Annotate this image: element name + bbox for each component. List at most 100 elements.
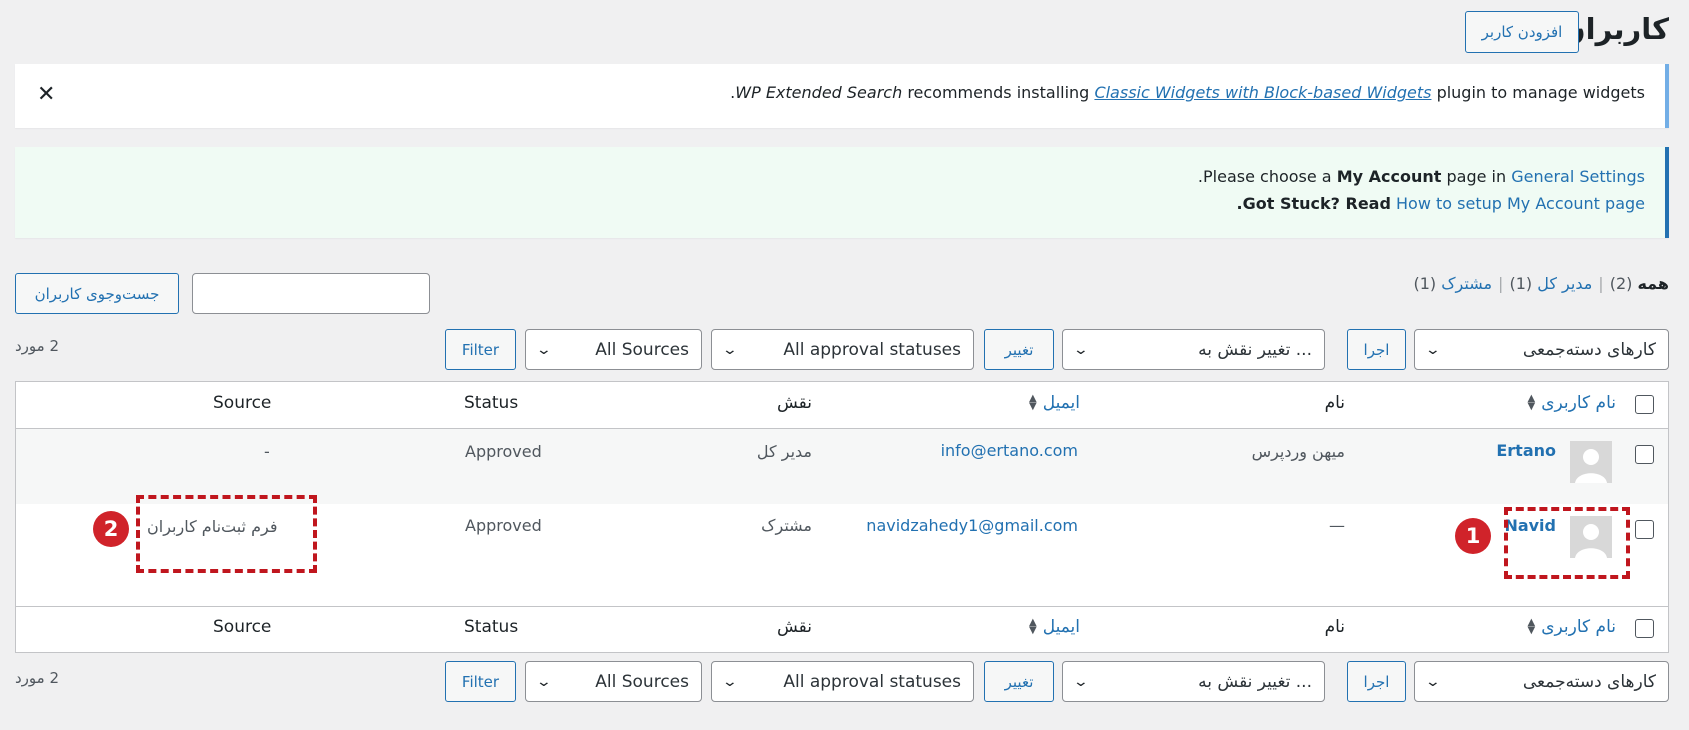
row-name: — — [1329, 516, 1345, 535]
row-checkbox[interactable] — [1635, 520, 1654, 539]
view-admin[interactable]: مدیر کل — [1537, 274, 1592, 293]
search-input[interactable] — [192, 273, 430, 314]
row-source: - — [264, 442, 270, 461]
apply-button-bottom[interactable]: اجرا — [1347, 661, 1406, 702]
sort-icon: ▲ ▼ — [1029, 617, 1037, 636]
bulk-actions-value: کارهای دسته‌جمعی — [1522, 339, 1656, 360]
row-status: Approved — [465, 442, 542, 461]
filter-button-bottom[interactable]: Filter — [445, 661, 516, 702]
column-username-footer[interactable]: نام کاربری ▲ ▼ — [1528, 617, 1616, 637]
view-all-count: (2) — [1609, 274, 1633, 293]
column-email-footer-label: ایمیل — [1042, 617, 1080, 637]
general-settings-link[interactable]: General Settings — [1511, 167, 1645, 186]
column-email-label: ایمیل — [1042, 393, 1080, 413]
select-all-checkbox[interactable] — [1635, 395, 1654, 414]
view-subscriber-count: (1) — [1413, 274, 1437, 293]
view-subscriber[interactable]: مشترک — [1441, 274, 1492, 293]
column-source: Source — [213, 393, 272, 413]
select-all-checkbox-footer[interactable] — [1635, 619, 1654, 638]
column-username[interactable]: نام کاربری ▲ ▼ — [1528, 393, 1616, 413]
sort-icon: ▲ ▼ — [1029, 393, 1037, 412]
sources-value: All Sources — [595, 671, 689, 692]
change-role-select[interactable]: ⌄ تغییر نقش به ... — [1062, 329, 1325, 370]
row-role: مدیر کل — [756, 442, 812, 461]
line1-pre: Please choose a — [1203, 167, 1332, 186]
chevron-down-icon: ⌄ — [721, 341, 739, 358]
view-separator: | — [1598, 274, 1604, 293]
sources-select-bottom[interactable]: ⌄ All Sources — [525, 661, 702, 702]
column-status: Status — [464, 393, 519, 413]
chevron-down-icon: ⌄ — [1424, 673, 1442, 690]
add-user-button[interactable]: افزودن کاربر — [1465, 11, 1579, 53]
change-role-value: تغییر نقش به ... — [1198, 671, 1312, 692]
annotation-badge-one: 1 — [1455, 518, 1491, 554]
change-role-value: تغییر نقش به ... — [1198, 339, 1312, 360]
bulk-actions-value: کارهای دسته‌جمعی — [1522, 671, 1656, 692]
approval-status-select-bottom[interactable]: ⌄ All approval statuses — [711, 661, 974, 702]
column-status-footer: Status — [464, 617, 519, 637]
row-role: مشترک — [761, 516, 812, 535]
chevron-down-icon: ⌄ — [535, 673, 553, 690]
annotation-box-source — [136, 495, 317, 573]
items-count: 2 مورد — [15, 337, 60, 355]
notice-middle: recommends installing — [907, 83, 1090, 102]
column-name: نام — [1324, 393, 1345, 413]
chevron-down-icon: ⌄ — [535, 341, 553, 358]
column-role-footer: نقش — [776, 617, 812, 637]
approval-status-value: All approval statuses — [783, 671, 961, 692]
sources-value: All Sources — [595, 339, 689, 360]
apply-button[interactable]: اجرا — [1347, 329, 1406, 370]
line1-mid: page in — [1446, 167, 1507, 186]
chevron-down-icon: ⌄ — [721, 673, 739, 690]
sort-icon: ▲ ▼ — [1527, 617, 1536, 636]
close-icon[interactable]: ✕ — [37, 82, 55, 107]
notice-account: .Please choose a My Account page in Gene… — [15, 147, 1669, 238]
change-button-bottom[interactable]: تغییر — [984, 661, 1054, 702]
column-username-footer-label: نام کاربری — [1541, 617, 1616, 637]
view-separator: | — [1498, 274, 1504, 293]
classic-widgets-link[interactable]: Classic Widgets with Block-based Widgets — [1094, 83, 1431, 102]
username-link[interactable]: Ertano — [1496, 441, 1556, 460]
notice-widgets: .WP Extended Search recommends installin… — [15, 64, 1669, 128]
change-role-select-bottom[interactable]: ⌄ تغییر نقش به ... — [1062, 661, 1325, 702]
column-name-footer: نام — [1324, 617, 1345, 637]
chevron-down-icon: ⌄ — [1072, 673, 1090, 690]
bulk-actions-select[interactable]: ⌄ کارهای دسته‌جمعی — [1414, 329, 1669, 370]
column-username-label: نام کاربری — [1541, 393, 1616, 413]
line1-bold: My Account — [1336, 167, 1442, 186]
row-email[interactable]: info@ertano.com — [941, 441, 1078, 460]
notice-account-line2: .Got Stuck? Read How to setup My Account… — [1237, 194, 1645, 213]
avatar — [1570, 441, 1612, 483]
row-checkbox[interactable] — [1635, 445, 1654, 464]
chevron-down-icon: ⌄ — [1072, 341, 1090, 358]
notice-suffix: plugin to manage widgets — [1436, 83, 1645, 102]
column-role: نقش — [776, 393, 812, 413]
row-status: Approved — [465, 516, 542, 535]
view-all[interactable]: همه — [1637, 274, 1669, 293]
row-name: میهن وردپرس — [1251, 442, 1345, 461]
annotation-box-username — [1504, 507, 1630, 579]
items-count-bottom: 2 مورد — [15, 669, 60, 687]
notice-widgets-text: .WP Extended Search recommends installin… — [730, 83, 1645, 102]
approval-status-select[interactable]: ⌄ All approval statuses — [711, 329, 974, 370]
sources-select[interactable]: ⌄ All Sources — [525, 329, 702, 370]
view-admin-count: (1) — [1509, 274, 1533, 293]
notice-account-line1: .Please choose a My Account page in Gene… — [1198, 167, 1645, 186]
filter-button[interactable]: Filter — [445, 329, 516, 370]
column-email[interactable]: ایمیل ▲ ▼ — [1029, 393, 1080, 413]
chevron-down-icon: ⌄ — [1424, 341, 1442, 358]
row-email[interactable]: navidzahedy1@gmail.com — [866, 516, 1078, 535]
footer-divider — [16, 606, 1668, 607]
search-users-button[interactable]: جست‌وجوی کاربران — [15, 273, 179, 314]
sort-icon: ▲ ▼ — [1527, 393, 1536, 412]
line2-bold: Got Stuck? Read — [1242, 194, 1391, 213]
table-row — [16, 429, 1668, 504]
column-source-footer: Source — [213, 617, 272, 637]
setup-account-link[interactable]: How to setup My Account page — [1396, 194, 1645, 213]
bulk-actions-select-bottom[interactable]: ⌄ کارهای دسته‌جمعی — [1414, 661, 1669, 702]
column-email-footer[interactable]: ایمیل ▲ ▼ — [1029, 617, 1080, 637]
annotation-badge-two: 2 — [93, 511, 129, 547]
user-views: همه (2) | مدیر کل (1) | مشترک (1) — [1413, 274, 1669, 293]
approval-status-value: All approval statuses — [783, 339, 961, 360]
change-button[interactable]: تغییر — [984, 329, 1054, 370]
